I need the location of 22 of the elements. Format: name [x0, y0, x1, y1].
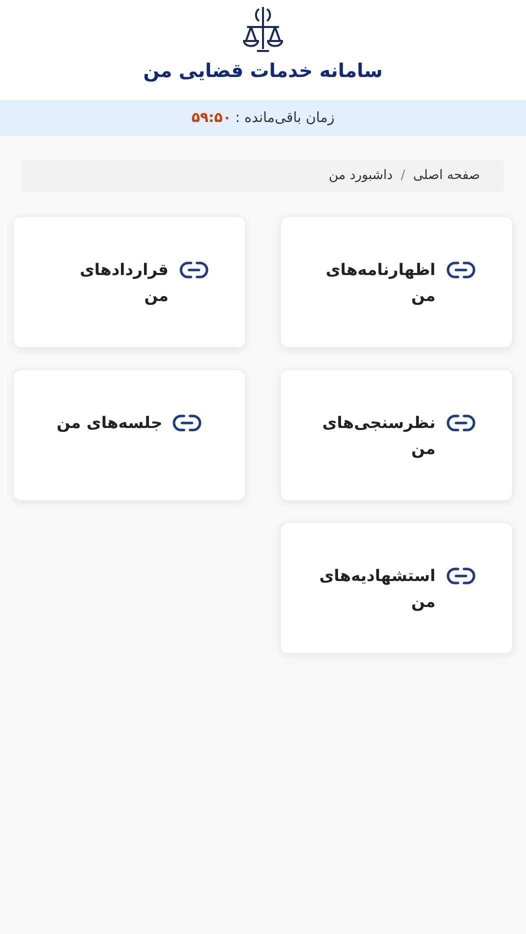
dashboard-card[interactable]: نظرسنجی‌های من	[280, 369, 513, 501]
link-icon	[172, 413, 202, 433]
breadcrumb-link[interactable]: صفحه اصلی	[413, 166, 480, 186]
dashboard-card[interactable]: قراردادهای من	[13, 216, 246, 348]
breadcrumb-separator: /	[400, 167, 406, 186]
dashboard-card[interactable]: استشهادیه‌های من	[280, 522, 513, 654]
card-title: اظهارنامه‌های من	[324, 259, 436, 307]
card-title: استشهادیه‌های من	[318, 565, 436, 613]
link-icon	[446, 260, 476, 280]
dashboard-card[interactable]: اظهارنامه‌های من	[280, 216, 513, 348]
card-title: نظرسنجی‌های من	[321, 412, 436, 460]
card-title: جلسه‌های من	[56, 412, 162, 434]
link-icon	[178, 260, 208, 280]
timer-label: زمان باقی‌مانده :	[235, 108, 335, 128]
site-title: سامانه خدمات قضایی من	[143, 59, 383, 84]
card-title: قراردادهای من	[78, 259, 168, 307]
link-icon	[446, 413, 476, 433]
timer-value: ۵۹:۵۰	[191, 108, 232, 128]
dashboard-card[interactable]: جلسه‌های من	[13, 369, 246, 501]
scales-emblem-icon	[241, 5, 285, 53]
link-icon	[446, 566, 476, 586]
breadcrumb-link[interactable]: داشبورد من	[328, 166, 393, 186]
